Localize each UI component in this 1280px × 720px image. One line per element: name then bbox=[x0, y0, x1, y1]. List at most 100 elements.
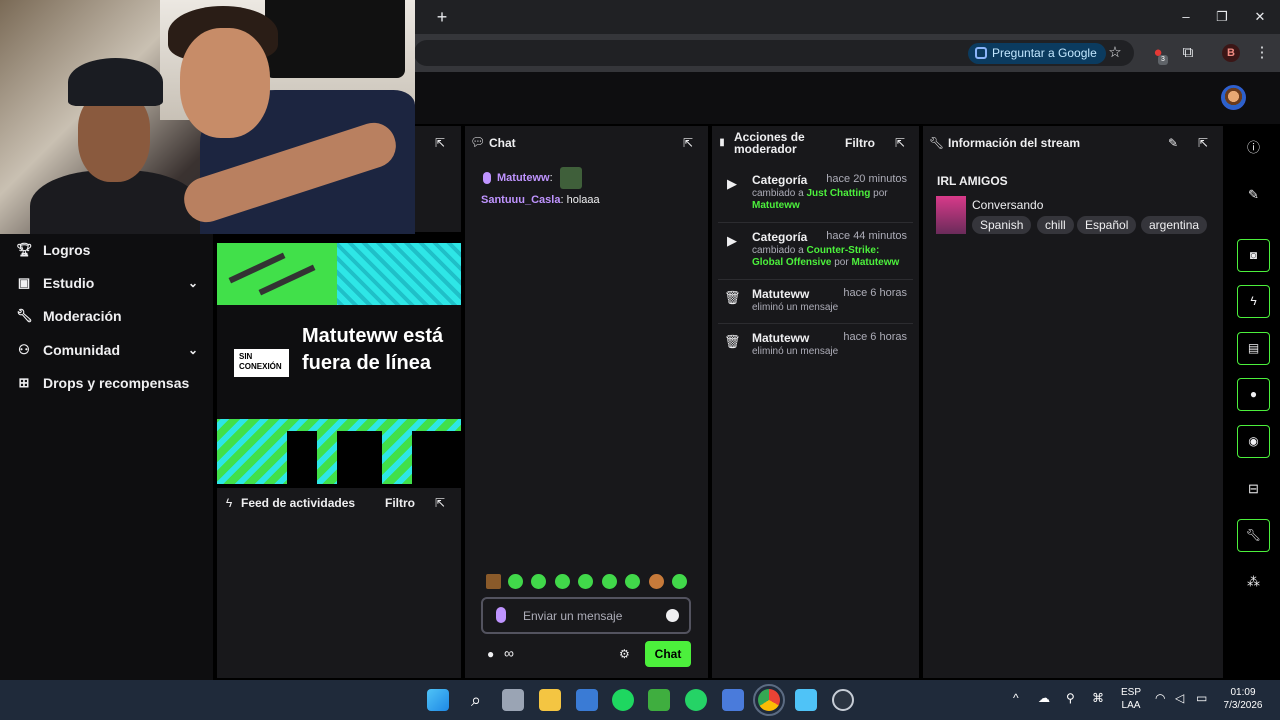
file-explorer-icon[interactable] bbox=[539, 689, 561, 711]
emote-icon[interactable] bbox=[508, 574, 523, 589]
emote-icon[interactable] bbox=[578, 574, 593, 589]
emote-icon[interactable] bbox=[486, 574, 501, 589]
task-view-icon[interactable] bbox=[502, 689, 524, 711]
stream-info-panel bbox=[923, 126, 1223, 678]
mod-action-title: Categoría bbox=[752, 173, 808, 187]
popout-icon[interactable]: ⇱ bbox=[1196, 136, 1210, 150]
close-window-button[interactable]: ✕ bbox=[1240, 6, 1280, 28]
emote-picker-icon[interactable] bbox=[666, 609, 679, 622]
bookmark-star-icon[interactable]: ☆ bbox=[1105, 43, 1125, 63]
restore-button[interactable]: ❐ bbox=[1202, 6, 1242, 28]
spotify-icon[interactable] bbox=[612, 689, 634, 711]
chat-placeholder: Enviar un mensaje bbox=[523, 609, 623, 623]
channel-points-icon[interactable]: ● bbox=[487, 647, 501, 661]
volume-icon[interactable]: ◁ bbox=[1175, 692, 1184, 705]
chat-title: Chat bbox=[489, 136, 516, 150]
popout-icon[interactable]: ⇱ bbox=[433, 496, 447, 510]
activity-filter-button[interactable]: Filtro bbox=[385, 496, 415, 510]
chat-send-button[interactable]: Chat bbox=[645, 641, 691, 667]
chat-username[interactable]: Santuuu_Casla bbox=[481, 194, 560, 206]
mod-action-title[interactable]: Matuteww bbox=[752, 287, 809, 301]
onedrive-icon[interactable]: ☁ bbox=[1038, 692, 1050, 705]
category-box-art[interactable] bbox=[936, 196, 966, 234]
user-avatar[interactable] bbox=[1221, 85, 1246, 110]
channel-points-icon[interactable]: ⁂ bbox=[1237, 565, 1270, 598]
mod-action-time: hace 44 minutos bbox=[826, 230, 907, 242]
stream-info-title: Información del stream bbox=[948, 136, 1081, 150]
mod-action-title: Categoría bbox=[752, 230, 808, 244]
popout-icon[interactable]: ⇱ bbox=[433, 136, 447, 150]
emote-icon[interactable] bbox=[602, 574, 617, 589]
quick-action-chat-icon[interactable]: ● bbox=[1237, 378, 1270, 411]
wrench-icon: 🔧︎ bbox=[16, 308, 33, 323]
search-icon[interactable]: ⌕ bbox=[465, 689, 487, 711]
stream-tag[interactable]: Spanish bbox=[972, 216, 1032, 234]
chevron-up-icon[interactable]: ^ bbox=[1013, 692, 1019, 705]
emote-icon[interactable] bbox=[649, 574, 664, 589]
mod-action-desc: eliminó un mensaje bbox=[752, 302, 839, 313]
raid-icon[interactable]: ⊟ bbox=[1237, 472, 1270, 505]
popout-icon[interactable]: ⇱ bbox=[893, 136, 907, 150]
emote-icon[interactable] bbox=[625, 574, 640, 589]
whatsapp-icon[interactable] bbox=[685, 689, 707, 711]
emote-image bbox=[559, 167, 582, 189]
sidebar-item-estudio[interactable]: ▣ Estudio ⌄ bbox=[16, 271, 206, 295]
stream-tag[interactable]: chill bbox=[1037, 216, 1074, 234]
wrench-icon: 🔧︎ bbox=[929, 136, 945, 150]
trash-icon: 🗑︎ bbox=[724, 334, 741, 349]
chat-settings-icon[interactable]: ⚙ bbox=[619, 647, 630, 661]
chat-username[interactable]: Matuteww bbox=[497, 172, 550, 184]
chevron-down-icon: ⌄ bbox=[187, 276, 198, 290]
bluetooth-icon[interactable]: ⌘ bbox=[1092, 692, 1104, 705]
stream-title: IRL AMIGOS bbox=[937, 174, 1008, 188]
chrome-icon[interactable] bbox=[753, 684, 785, 716]
minimize-button[interactable]: – bbox=[1166, 6, 1206, 28]
language-indicator[interactable]: ESP LAA bbox=[1118, 686, 1144, 712]
chat-message: Santuuu_Casla: holaaa bbox=[481, 194, 600, 206]
gift-icon: ⊞ bbox=[18, 375, 30, 390]
browser-menu-icon[interactable]: ⋮ bbox=[1252, 43, 1272, 63]
info-icon[interactable]: ⓘ bbox=[1237, 131, 1270, 164]
minecraft-icon[interactable] bbox=[648, 689, 670, 711]
community-icon: ⚇ bbox=[18, 342, 30, 357]
browser-profile-button[interactable]: B bbox=[1222, 44, 1240, 62]
quick-action-lightning-icon[interactable]: ϟ bbox=[1237, 285, 1270, 318]
emote-icon[interactable] bbox=[531, 574, 546, 589]
edit-pencil-icon[interactable]: ✎ bbox=[1166, 136, 1180, 150]
edit-pencil-icon[interactable]: ✎ bbox=[1237, 178, 1270, 211]
quick-action-notes-icon[interactable]: ▤ bbox=[1237, 332, 1270, 365]
ask-google-button[interactable]: Preguntar a Google bbox=[968, 43, 1106, 64]
app-icon[interactable] bbox=[722, 689, 744, 711]
mod-action-title[interactable]: Matuteww bbox=[752, 331, 809, 345]
sidebar-item-moderacion[interactable]: 🔧︎ Moderación bbox=[16, 304, 206, 328]
clock[interactable]: 01:09 7/3/2026 bbox=[1220, 686, 1266, 712]
microphone-icon[interactable]: ⚲ bbox=[1066, 692, 1075, 705]
mod-filter-button[interactable]: Filtro bbox=[845, 136, 875, 150]
chevron-down-icon: ⌄ bbox=[187, 343, 198, 357]
steam-icon[interactable] bbox=[832, 689, 854, 711]
app-icon[interactable] bbox=[795, 689, 817, 711]
quick-action-camera-icon[interactable]: ◙ bbox=[1237, 239, 1270, 272]
stream-tag[interactable]: argentina bbox=[1141, 216, 1208, 234]
new-tab-button[interactable]: + bbox=[432, 7, 452, 27]
quick-action-broadcast-icon[interactable]: ◉ bbox=[1237, 425, 1270, 458]
battery-icon[interactable]: ▭ bbox=[1196, 692, 1207, 705]
emote-icon[interactable] bbox=[555, 574, 570, 589]
stream-tag[interactable]: Español bbox=[1077, 216, 1137, 234]
sidebar-item-comunidad[interactable]: ⚇ Comunidad ⌄ bbox=[16, 338, 206, 362]
windows-start-icon[interactable] bbox=[427, 689, 449, 711]
quick-action-wrench-icon[interactable]: 🔧︎ bbox=[1237, 519, 1270, 552]
emote-icon[interactable] bbox=[672, 574, 687, 589]
extensions-puzzle-icon[interactable]: ⧉ bbox=[1178, 43, 1198, 63]
sidebar-item-logros[interactable]: 🏆︎ Logros bbox=[16, 238, 206, 262]
wifi-icon[interactable]: ◠ bbox=[1155, 692, 1165, 705]
popout-icon[interactable]: ⇱ bbox=[681, 136, 695, 150]
mod-action-time: hace 20 minutos bbox=[826, 173, 907, 185]
sidebar-item-drops[interactable]: ⊞ Drops y recompensas bbox=[16, 371, 206, 395]
sidebar-item-label: Estudio bbox=[43, 275, 95, 291]
chat-input[interactable]: Enviar un mensaje bbox=[481, 597, 691, 634]
stream-category[interactable]: Conversando bbox=[972, 198, 1043, 212]
trophy-icon: 🏆︎ bbox=[16, 242, 33, 257]
chat-message: Matuteww: bbox=[483, 167, 582, 189]
microsoft-store-icon[interactable] bbox=[576, 689, 598, 711]
